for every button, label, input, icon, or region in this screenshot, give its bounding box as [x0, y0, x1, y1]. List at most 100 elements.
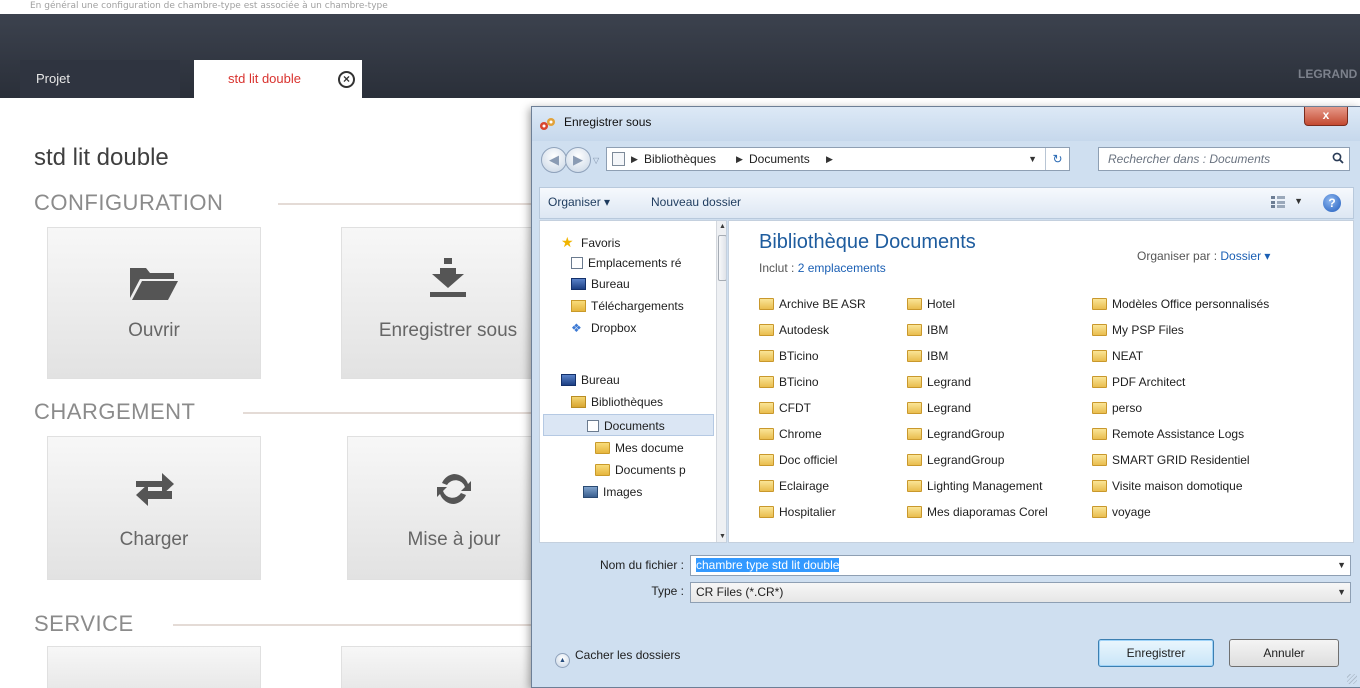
folder-item[interactable]: Remote Assistance Logs: [1092, 425, 1244, 443]
search-input[interactable]: Rechercher dans : Documents: [1098, 147, 1350, 171]
folder-label: Legrand: [927, 375, 972, 389]
help-icon[interactable]: ?: [1323, 194, 1341, 212]
tab-std-lit-double[interactable]: std lit double ×: [194, 60, 362, 98]
service-tile[interactable]: [47, 646, 261, 688]
breadcrumb-documents[interactable]: Documents: [749, 148, 810, 170]
folder-item[interactable]: BTicino: [759, 347, 819, 365]
nav-label: Images: [603, 485, 643, 499]
cancel-button[interactable]: Annuler: [1229, 639, 1339, 667]
view-dropdown-icon[interactable]: ▼: [1294, 196, 1303, 206]
folder-icon: [907, 376, 922, 388]
nav-bureau[interactable]: Bureau: [571, 273, 716, 295]
save-as-tile[interactable]: Enregistrer sous: [341, 227, 555, 379]
folder-item[interactable]: IBM: [907, 347, 948, 365]
nav-dropbox[interactable]: ❖ Dropbox: [571, 317, 716, 339]
folder-item[interactable]: LegrandGroup: [907, 425, 1004, 443]
folder-label: CFDT: [779, 401, 811, 415]
type-select[interactable]: CR Files (*.CR*) ▼: [690, 582, 1351, 603]
folder-item[interactable]: BTicino: [759, 373, 819, 391]
filename-input[interactable]: chambre type std lit double ▼: [690, 555, 1351, 576]
folder-icon: [1092, 298, 1107, 310]
folder-label: Eclairage: [779, 479, 830, 493]
folder-item[interactable]: perso: [1092, 399, 1142, 417]
nav-telechargements[interactable]: Téléchargements: [571, 295, 716, 317]
folder-item[interactable]: Modèles Office personnalisés: [1092, 295, 1269, 313]
star-icon: ★: [561, 234, 574, 250]
folder-item[interactable]: Archive BE ASR: [759, 295, 866, 313]
folder-icon: [759, 324, 774, 336]
folder-item[interactable]: LegrandGroup: [907, 451, 1004, 469]
section-title-service: SERVICE: [34, 611, 134, 636]
tab-close-icon[interactable]: ×: [338, 71, 355, 88]
back-arrow-icon[interactable]: ◀: [541, 147, 567, 173]
nav-bureau-root[interactable]: Bureau: [561, 369, 716, 391]
address-dropdown-icon[interactable]: ▼: [1028, 148, 1037, 170]
history-dropdown-icon[interactable]: ▽: [593, 156, 599, 165]
folder-label: Autodesk: [779, 323, 830, 337]
refresh-icon: [348, 469, 560, 516]
resize-grip-icon[interactable]: [1347, 674, 1357, 684]
nav-documents-publics[interactable]: Documents p: [595, 459, 716, 481]
nav-favoris[interactable]: ★ Favoris: [561, 231, 711, 253]
arrange-by-dropdown[interactable]: Dossier ▾: [1220, 249, 1270, 263]
folder-label: SMART GRID Residentiel: [1112, 453, 1250, 467]
dialog-title: Enregistrer sous: [564, 115, 652, 129]
type-dropdown-icon[interactable]: ▼: [1337, 583, 1346, 602]
breadcrumb-bibliotheques[interactable]: Bibliothèques: [644, 148, 716, 170]
view-options-icon[interactable]: [1271, 196, 1285, 208]
folder-item[interactable]: My PSP Files: [1092, 321, 1184, 339]
folder-item[interactable]: IBM: [907, 321, 948, 339]
folder-item[interactable]: Visite maison domotique: [1092, 477, 1243, 495]
documents-icon: [612, 152, 625, 166]
folder-item[interactable]: voyage: [1092, 503, 1151, 521]
folder-label: IBM: [927, 349, 949, 363]
folder-item[interactable]: CFDT: [759, 399, 811, 417]
folder-item[interactable]: PDF Architect: [1092, 373, 1185, 391]
filename-dropdown-icon[interactable]: ▼: [1337, 556, 1346, 575]
nav-mes-documents[interactable]: Mes docume: [595, 437, 716, 459]
dialog-titlebar[interactable]: Enregistrer sous x: [532, 107, 1360, 141]
search-icon[interactable]: [1332, 152, 1344, 164]
folder-item[interactable]: NEAT: [1092, 347, 1143, 365]
nav-emplacements-recents[interactable]: Emplacements ré: [571, 252, 716, 274]
folder-item[interactable]: Eclairage: [759, 477, 829, 495]
nav-images[interactable]: Images: [583, 481, 716, 503]
scroll-up-arrow-icon[interactable]: ▲: [719, 223, 726, 230]
forward-arrow-icon[interactable]: ▶: [565, 147, 591, 173]
breadcrumb-separator-icon: ▶: [631, 154, 638, 164]
folder-item[interactable]: Hotel: [907, 295, 955, 313]
load-tile[interactable]: Charger: [47, 436, 261, 580]
folder-item[interactable]: Mes diaporamas Corel: [907, 503, 1048, 521]
tab-projet[interactable]: Projet: [20, 60, 180, 98]
folder-item[interactable]: Legrand: [907, 373, 971, 391]
folder-label: voyage: [1112, 505, 1151, 519]
scroll-down-arrow-icon[interactable]: ▼: [719, 533, 726, 540]
update-tile[interactable]: Mise à jour: [347, 436, 561, 580]
nav-label: Documents: [604, 419, 665, 433]
scrollbar-thumb[interactable]: [718, 235, 726, 281]
folder-item[interactable]: Chrome: [759, 425, 822, 443]
folder-label: Hotel: [927, 297, 956, 311]
nav-label: Bibliothèques: [591, 395, 664, 409]
address-bar[interactable]: ▶ Bibliothèques ▶ Documents ▶ ▼ ↻: [606, 147, 1070, 171]
close-button[interactable]: x: [1304, 107, 1348, 126]
open-tile[interactable]: Ouvrir: [47, 227, 261, 379]
nav-scrollbar[interactable]: ▲ ▼: [716, 221, 726, 542]
folder-item[interactable]: Legrand: [907, 399, 971, 417]
folder-item[interactable]: SMART GRID Residentiel: [1092, 451, 1250, 469]
hide-folders-toggle[interactable]: ▲ Cacher les dossiers: [555, 648, 680, 668]
folder-item[interactable]: Autodesk: [759, 321, 829, 339]
service-tile[interactable]: [341, 646, 555, 688]
includes-link[interactable]: 2 emplacements: [798, 261, 886, 275]
save-button[interactable]: Enregistrer: [1098, 639, 1214, 667]
refresh-icon[interactable]: ↻: [1045, 148, 1069, 170]
nav-bibliotheques[interactable]: Bibliothèques: [571, 391, 716, 413]
nav-documents[interactable]: Documents: [543, 414, 714, 436]
folder-item[interactable]: Lighting Management: [907, 477, 1042, 495]
folder-item[interactable]: Hospitalier: [759, 503, 836, 521]
library-includes: Inclut : 2 emplacements: [759, 261, 886, 275]
organize-menu[interactable]: Organiser ▾: [548, 195, 610, 209]
folder-icon: [759, 480, 774, 492]
new-folder-button[interactable]: Nouveau dossier: [651, 195, 741, 209]
folder-item[interactable]: Doc officiel: [759, 451, 837, 469]
